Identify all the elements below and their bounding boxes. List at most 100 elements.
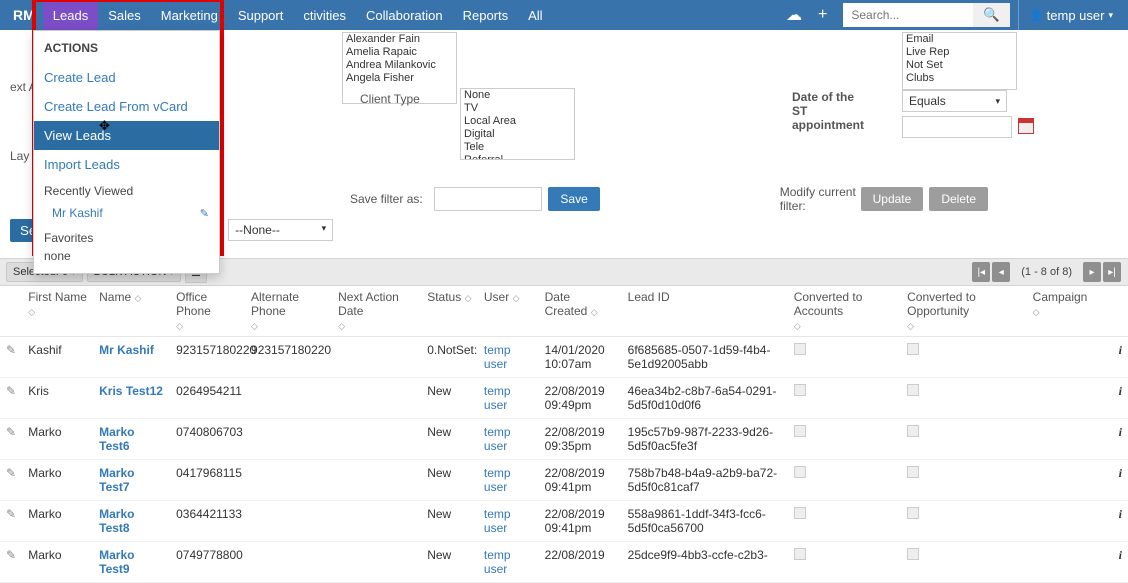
ct-option[interactable]: TV [461,102,574,115]
info-icon[interactable]: i [1098,460,1128,501]
ct-option[interactable]: Digital [461,128,574,141]
search-button[interactable]: 🔍 [973,3,1010,27]
cell-user-link[interactable]: temp user [484,466,511,494]
cell-name-link[interactable]: Mr Kashif [99,343,154,357]
save-button[interactable]: Save [548,187,599,211]
table-row[interactable]: ✎MarkoMarko Test80364421133Newtemp user2… [0,501,1128,542]
sec-option[interactable]: Not Set [903,59,1016,72]
dd-view-leads[interactable]: View Leads [34,121,219,150]
search-input[interactable] [843,3,973,27]
nav-all[interactable]: All [518,1,552,30]
table-row[interactable]: ✎KashifMr Kashif923157180220923157180220… [0,337,1128,378]
ct-option[interactable]: None [461,89,574,102]
col-lead-id[interactable]: Lead ID [622,286,788,337]
table-row[interactable]: ✎MarkoMarko Test70417968115Newtemp user2… [0,460,1128,501]
info-icon[interactable]: i [1098,501,1128,542]
nav-sales[interactable]: Sales [98,1,151,30]
edit-row-icon[interactable]: ✎ [6,343,20,357]
cloud-icon[interactable]: ☁ [778,5,810,25]
delete-button[interactable]: Delete [929,187,988,211]
conv-opp-checkbox [907,466,919,478]
info-icon[interactable]: i [1098,378,1128,419]
col-office-phone[interactable]: Office Phone◇ [170,286,245,337]
edit-row-icon[interactable]: ✎ [6,507,20,521]
dd-import-leads[interactable]: Import Leads [34,150,219,179]
ct-option[interactable]: Local Area [461,115,574,128]
dd-create-lead-vcard[interactable]: Create Lead From vCard [34,92,219,121]
sec-option[interactable]: Live Rep [903,46,1016,59]
cell-user-link[interactable]: temp user [484,507,511,535]
col-status[interactable]: Status ◇ [421,286,478,337]
table-row[interactable]: ✎KrisKris Test120264954211Newtemp user22… [0,378,1128,419]
edit-row-icon[interactable]: ✎ [6,425,20,439]
pager-prev[interactable]: ◂ [992,262,1010,282]
cell-user-link[interactable]: temp user [484,343,511,371]
cell-alt [245,542,332,583]
edit-icon[interactable]: ✎ [200,207,209,220]
col-name[interactable]: Name ◇ [93,286,170,337]
cell-date: 22/08/2019 09:41pm [539,501,622,542]
cell-name-link[interactable]: Kris Test12 [99,384,163,398]
dd-create-lead[interactable]: Create Lead [34,63,219,92]
rep-option[interactable]: Amelia Rapaic [343,46,456,59]
cell-lead-id: 195c57b9-987f-2233-9d26-5d5f0ac5fe3f [622,419,788,460]
ct-option[interactable]: Referral [461,154,574,160]
pager-next[interactable]: ▸ [1083,262,1101,282]
ct-option[interactable]: Tele [461,141,574,154]
rep-option[interactable]: Angela Fisher [343,72,456,85]
sec-option[interactable]: Email [903,33,1016,46]
cell-lead-id: 558a9861-1ddf-34f3-fcc6-5d5f0ca56700 [622,501,788,542]
equals-select[interactable]: Equals▾ [902,90,1007,112]
conv-opp-checkbox [907,507,919,519]
cell-alt [245,419,332,460]
rep-option[interactable]: Alexander Fain [343,33,456,46]
nav-activities[interactable]: ctivities [293,1,356,30]
pager-last[interactable]: ▸| [1103,262,1121,282]
sec-option[interactable]: Clubs [903,72,1016,85]
table-row[interactable]: ✎MarkoMarko Test90749778800Newtemp user2… [0,542,1128,583]
cell-name-link[interactable]: Marko Test6 [99,425,134,453]
cell-name-link[interactable]: Marko Test9 [99,548,134,576]
col-campaign[interactable]: Campaign◇ [1027,286,1098,337]
col-next-action[interactable]: Next Action Date◇ [332,286,421,337]
cell-user-link[interactable]: temp user [484,425,511,453]
pager-first[interactable]: |◂ [972,262,990,282]
col-date-created[interactable]: Date Created ◇ [539,286,622,337]
cell-lead-id: 6f685685-0507-1d59-f4b4-5e1d92005abb [622,337,788,378]
conv-opp-checkbox [907,384,919,396]
plus-icon[interactable]: + [810,6,835,24]
dropdown-header: ACTIONS [34,33,219,63]
col-conv-opp[interactable]: Converted to Opportunity◇ [901,286,1027,337]
nav-leads[interactable]: Leads [43,1,98,30]
nav-marketing[interactable]: Marketing [151,1,228,30]
col-alt-phone[interactable]: Alternate Phone◇ [245,286,332,337]
rep-option[interactable]: Andrea Milankovic [343,59,456,72]
filter-select[interactable]: --None--▾ [228,219,333,241]
edit-row-icon[interactable]: ✎ [6,466,20,480]
col-user[interactable]: User ◇ [478,286,539,337]
col-first-name[interactable]: First Name◇ [22,286,93,337]
calendar-icon-3[interactable] [1018,118,1034,137]
info-icon[interactable]: i [1098,419,1128,460]
cell-user-link[interactable]: temp user [484,548,511,576]
nav-reports[interactable]: Reports [453,1,519,30]
nav-collaboration[interactable]: Collaboration [356,1,453,30]
update-button[interactable]: Update [861,187,924,211]
edit-row-icon[interactable]: ✎ [6,548,20,562]
dd-recent-item[interactable]: Mr Kashif ✎ [34,200,219,226]
secondary-list[interactable]: Email Live Rep Not Set Clubs [902,32,1017,90]
info-icon[interactable]: i [1098,337,1128,378]
table-row[interactable]: ✎MarkoMarko Test60740806703Newtemp user2… [0,419,1128,460]
cell-user-link[interactable]: temp user [484,384,511,412]
cell-name-link[interactable]: Marko Test8 [99,507,134,535]
filter-value: --None-- [235,223,280,237]
cell-name-link[interactable]: Marko Test7 [99,466,134,494]
date-input[interactable] [902,116,1012,138]
info-icon[interactable]: i [1098,542,1128,583]
user-menu[interactable]: 👤 temp user ▾ [1018,0,1123,30]
client-type-list[interactable]: None TV Local Area Digital Tele Referral [460,88,575,160]
save-filter-input[interactable] [434,187,542,211]
col-conv-accounts[interactable]: Converted to Accounts◇ [788,286,901,337]
nav-support[interactable]: Support [228,1,294,30]
edit-row-icon[interactable]: ✎ [6,384,20,398]
